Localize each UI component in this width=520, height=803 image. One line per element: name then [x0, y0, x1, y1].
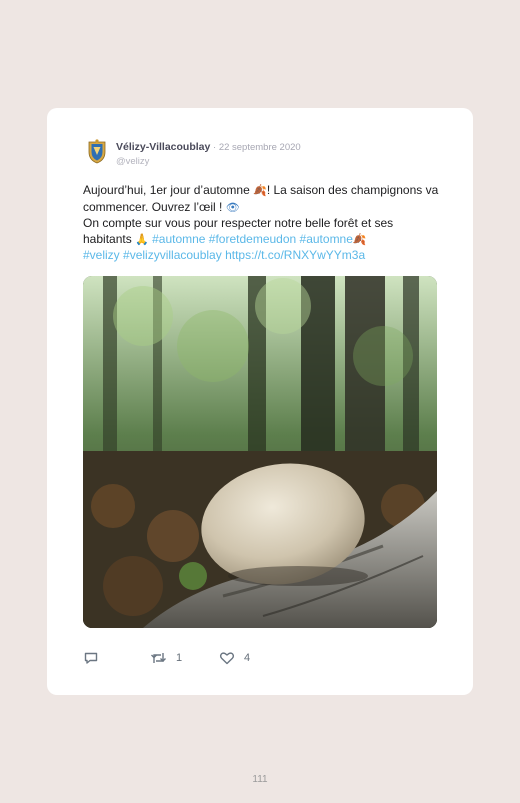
tweet-date[interactable]: 22 septembre 2020 — [219, 142, 301, 153]
hashtag-links[interactable]: #automne #foretdemeudon #automne — [152, 232, 353, 246]
mushroom-photo — [83, 276, 437, 628]
meta-separator: · — [210, 142, 219, 153]
heart-icon — [219, 652, 235, 665]
reply-icon — [84, 652, 98, 664]
page: Vélizy-Villacoublay · 22 septembre 2020 … — [0, 0, 520, 803]
text-segment: Aujourd’hui, 1er jour d’automne — [83, 183, 254, 197]
fallen-leaf-emoji: 🍂 — [253, 185, 267, 197]
tweet-paragraph-3: #velizy #velizyvillacoublay https://t.co… — [83, 248, 443, 264]
author-info: Vélizy-Villacoublay · 22 septembre 2020 … — [116, 137, 301, 167]
tweet-photo[interactable] — [83, 276, 437, 628]
praying-hands-emoji: 🙏 — [135, 233, 149, 246]
city-crest-icon — [88, 139, 106, 164]
author-handle[interactable]: @velizy — [116, 156, 301, 167]
tweet-url-link[interactable]: https://t.co/RNXYwYYm3a — [225, 248, 365, 262]
eye-emoji: 👁 — [225, 201, 240, 214]
fallen-leaf-emoji: 🍂 — [352, 233, 367, 246]
tweet-paragraph-1: Aujourd’hui, 1er jour d’automne 🍂! La sa… — [83, 183, 443, 216]
tweet-actions: 1 4 — [83, 649, 443, 667]
like-button[interactable]: 4 — [219, 649, 250, 667]
avatar[interactable] — [83, 137, 111, 165]
retweet-icon — [151, 653, 166, 663]
display-name[interactable]: Vélizy-Villacoublay — [116, 141, 210, 153]
retweet-button[interactable]: 1 — [150, 649, 182, 667]
like-count: 4 — [244, 652, 251, 664]
tweet-text: Aujourd’hui, 1er jour d’automne 🍂! La sa… — [83, 183, 443, 264]
reply-button[interactable] — [83, 649, 108, 667]
hashtag-links[interactable]: #velizy #velizyvillacoublay — [83, 248, 222, 262]
tweet-paragraph-2: On compte sur vous pour respecter notre … — [83, 216, 443, 248]
page-number: 111 — [252, 774, 268, 785]
tweet-card: Vélizy-Villacoublay · 22 septembre 2020 … — [47, 108, 473, 695]
retweet-count: 1 — [176, 652, 183, 664]
